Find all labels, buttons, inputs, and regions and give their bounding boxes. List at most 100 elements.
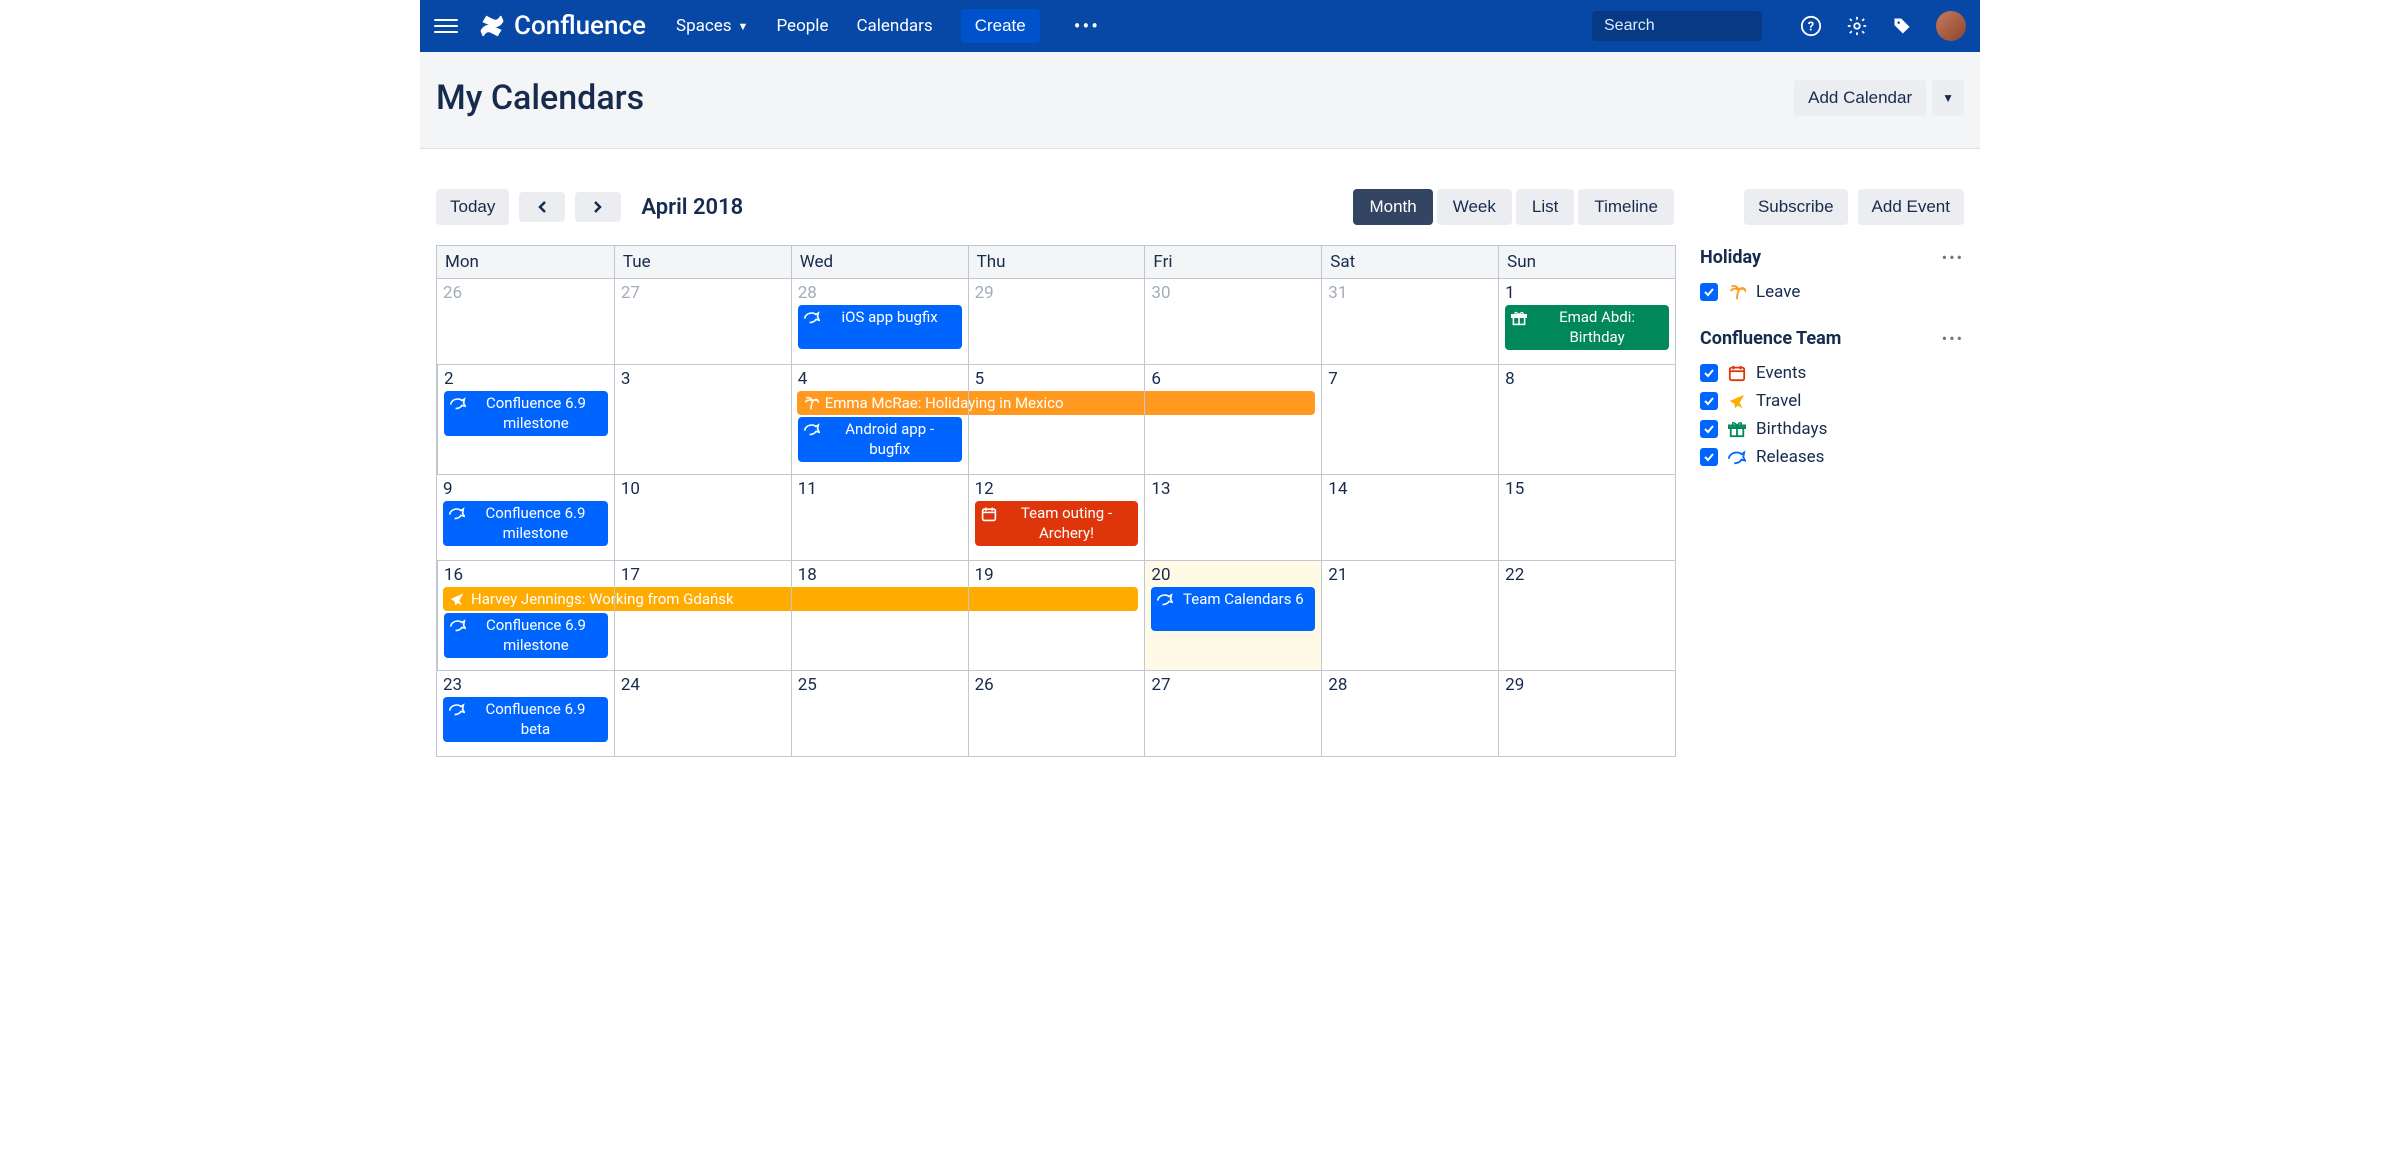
add-event-button[interactable]: Add Event	[1858, 189, 1964, 225]
create-button[interactable]: Create	[961, 9, 1040, 43]
event-birthday[interactable]: Emad Abdi: Birthday	[1505, 305, 1669, 350]
sidebar-item-birthdays[interactable]: Birthdays	[1700, 415, 1964, 443]
day-header-row: Mon Tue Wed Thu Fri Sat Sun	[437, 245, 1675, 278]
more-menu[interactable]: •••	[1068, 14, 1106, 38]
event-release[interactable]: Confluence 6.9 milestone	[444, 391, 608, 436]
palm-icon	[1728, 283, 1746, 301]
day-cell[interactable]: 5	[968, 365, 1145, 474]
release-icon	[1157, 592, 1173, 606]
nav-right: ?	[1800, 11, 1966, 41]
event-event[interactable]: Team outing - Archery!	[975, 501, 1139, 546]
search-input[interactable]	[1604, 17, 1811, 35]
day-cell[interactable]: 23 Confluence 6.9 beta	[437, 671, 614, 756]
day-cell[interactable]: 21	[1321, 561, 1498, 670]
add-calendar-button[interactable]: Add Calendar	[1794, 80, 1926, 116]
day-cell[interactable]: 22	[1498, 561, 1675, 670]
nav-spaces[interactable]: Spaces▼	[676, 16, 748, 36]
sidebar-group-menu[interactable]: •••	[1942, 329, 1964, 348]
day-cell[interactable]: 7	[1321, 365, 1498, 474]
day-cell[interactable]: 24	[614, 671, 791, 756]
user-avatar[interactable]	[1936, 11, 1966, 41]
day-cell[interactable]: 27	[614, 279, 791, 364]
checkbox[interactable]	[1700, 392, 1718, 410]
event-release[interactable]: iOS app bugfix	[798, 305, 962, 349]
day-cell[interactable]: 12 Team outing - Archery!	[968, 475, 1145, 560]
day-cell[interactable]: 9 Confluence 6.9 milestone	[437, 475, 614, 560]
add-calendar-dropdown[interactable]: ▼	[1932, 80, 1964, 116]
day-cell[interactable]: 3	[614, 365, 791, 474]
day-cell-today[interactable]: 20 Team Calendars 6	[1144, 561, 1321, 670]
day-cell[interactable]: 19	[968, 561, 1145, 670]
checkbox[interactable]	[1700, 420, 1718, 438]
view-week[interactable]: Week	[1437, 189, 1512, 225]
hamburger-icon[interactable]	[434, 14, 458, 38]
day-cell[interactable]: 16 Confluence 6.9 milestone	[437, 561, 614, 670]
event-release[interactable]: Confluence 6.9 beta	[443, 697, 608, 742]
day-cell[interactable]: 8	[1498, 365, 1675, 474]
subscribe-button[interactable]: Subscribe	[1744, 189, 1848, 225]
day-cell[interactable]: 28 iOS app bugfix	[791, 279, 968, 364]
week-row: 9 Confluence 6.9 milestone 10 11 12 Team…	[437, 474, 1675, 560]
checkbox[interactable]	[1700, 364, 1718, 382]
sidebar-group-menu[interactable]: •••	[1942, 248, 1964, 267]
view-list[interactable]: List	[1516, 189, 1574, 225]
brand[interactable]: Confluence	[478, 11, 646, 41]
event-release[interactable]: Team Calendars 6	[1151, 587, 1315, 631]
sidebar-item-leave[interactable]: Leave	[1700, 278, 1964, 306]
week-row: Harvey Jennings: Working from Gdańsk 16 …	[437, 560, 1675, 670]
page-title: My Calendars	[436, 78, 644, 118]
sidebar-item-travel[interactable]: Travel	[1700, 387, 1964, 415]
day-cell[interactable]: 26	[437, 279, 614, 364]
event-release[interactable]: Confluence 6.9 milestone	[444, 613, 608, 658]
day-cell[interactable]: 13	[1144, 475, 1321, 560]
brand-text: Confluence	[514, 11, 646, 41]
day-header: Fri	[1144, 246, 1321, 278]
search-box[interactable]	[1592, 11, 1762, 41]
day-cell[interactable]: 4 Android app - bugfix	[791, 365, 968, 474]
event-release[interactable]: Confluence 6.9 milestone	[443, 501, 608, 546]
day-cell[interactable]: 26	[968, 671, 1145, 756]
calendar-icon	[981, 506, 997, 522]
help-icon[interactable]: ?	[1800, 15, 1822, 37]
day-cell[interactable]: 27	[1144, 671, 1321, 756]
day-cell[interactable]: 31	[1321, 279, 1498, 364]
day-cell[interactable]: 11	[791, 475, 968, 560]
day-header: Sat	[1321, 246, 1498, 278]
day-cell[interactable]: 18	[791, 561, 968, 670]
release-icon	[804, 310, 820, 324]
sidebar-item-releases[interactable]: Releases	[1700, 443, 1964, 471]
view-month[interactable]: Month	[1353, 189, 1432, 225]
day-header: Wed	[791, 246, 968, 278]
day-cell[interactable]: 17	[614, 561, 791, 670]
event-release[interactable]: Android app - bugfix	[798, 417, 962, 462]
day-cell[interactable]: 10	[614, 475, 791, 560]
next-button[interactable]	[575, 192, 621, 222]
sidebar-item-events[interactable]: Events	[1700, 359, 1964, 387]
gift-icon	[1511, 310, 1527, 326]
sidebar-group-title: Holiday	[1700, 247, 1761, 268]
nav-people[interactable]: People	[776, 16, 828, 36]
chevron-down-icon: ▼	[738, 20, 749, 33]
checkbox[interactable]	[1700, 448, 1718, 466]
tag-icon[interactable]	[1892, 16, 1912, 36]
day-cell[interactable]: 30	[1144, 279, 1321, 364]
day-cell[interactable]: 6	[1144, 365, 1321, 474]
day-cell[interactable]: 14	[1321, 475, 1498, 560]
nav-calendars[interactable]: Calendars	[856, 16, 932, 36]
view-timeline[interactable]: Timeline	[1578, 189, 1674, 225]
chevron-left-icon	[537, 200, 547, 214]
day-cell[interactable]: 1 Emad Abdi: Birthday	[1498, 279, 1675, 364]
day-cell[interactable]: 29	[1498, 671, 1675, 756]
day-header: Mon	[437, 246, 614, 278]
day-cell[interactable]: 28	[1321, 671, 1498, 756]
week-row: Emma McRae: Holidaying in Mexico 2 Confl…	[437, 364, 1675, 474]
settings-icon[interactable]	[1846, 15, 1868, 37]
today-button[interactable]: Today	[436, 189, 509, 225]
day-cell[interactable]: 25	[791, 671, 968, 756]
checkbox[interactable]	[1700, 283, 1718, 301]
prev-button[interactable]	[519, 192, 565, 222]
day-cell[interactable]: 15	[1498, 475, 1675, 560]
day-cell[interactable]: 29	[968, 279, 1145, 364]
day-cell[interactable]: 2 Confluence 6.9 milestone	[437, 365, 614, 474]
chevron-right-icon	[593, 200, 603, 214]
